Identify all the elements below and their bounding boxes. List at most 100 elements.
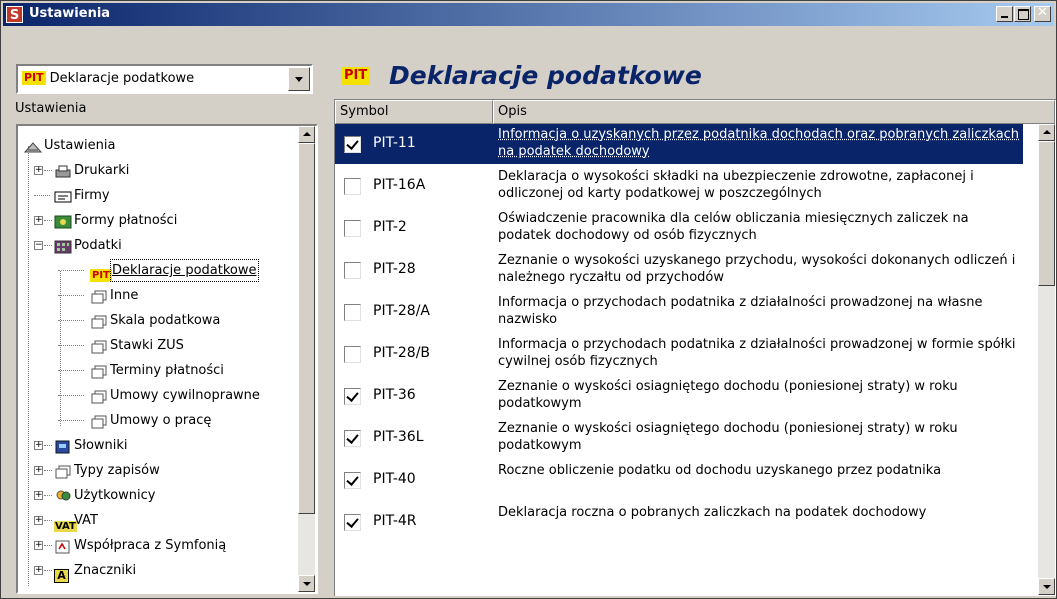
document-icon xyxy=(54,463,71,479)
close-icon: ✕ xyxy=(1037,5,1048,20)
settings-window: S Ustawienia ✕ PIT Deklaracje podatkowe U… xyxy=(0,0,1057,599)
row-description: Informacja o przychodach podatnika z dzi… xyxy=(498,337,1016,369)
column-header-description[interactable]: Opis xyxy=(493,100,1055,124)
row-checkbox[interactable] xyxy=(344,136,361,153)
app-icon: S xyxy=(6,6,23,23)
scroll-thumb[interactable] xyxy=(1038,141,1055,286)
expand-icon[interactable]: + xyxy=(34,466,43,475)
pit-icon: PIT xyxy=(90,269,112,282)
table-row[interactable]: PIT-28 Zeznanie o wysokości uzyskanego pr… xyxy=(335,250,1023,290)
tax-icon xyxy=(54,238,72,254)
row-checkbox[interactable] xyxy=(344,514,361,531)
expand-icon[interactable]: + xyxy=(34,566,43,575)
row-symbol: PIT-28 xyxy=(373,261,416,277)
row-description: Zeznanie o wyskości osiagniętego dochodu… xyxy=(498,379,958,411)
tree-item-label: Współpraca z Symfonią xyxy=(74,538,227,553)
expand-icon[interactable]: + xyxy=(34,216,43,225)
collapse-icon[interactable]: − xyxy=(34,241,43,250)
grid-scrollbar[interactable] xyxy=(1038,124,1055,595)
pit-icon: PIT xyxy=(22,71,46,85)
row-symbol: PIT-4R xyxy=(373,513,417,529)
tree-item-label: Umowy o pracę xyxy=(110,413,212,428)
window-title: Ustawienia xyxy=(29,6,111,21)
settings-icon xyxy=(23,138,43,153)
close-button[interactable]: ✕ xyxy=(1034,5,1051,22)
dictionary-icon xyxy=(54,438,70,454)
tree-item-label: Firmy xyxy=(74,188,110,203)
row-symbol: PIT-28/B xyxy=(373,345,431,361)
expand-icon[interactable]: + xyxy=(34,166,43,175)
tree-item-label: Stawki ZUS xyxy=(110,338,184,353)
expand-icon[interactable]: + xyxy=(34,541,43,550)
combo-text: Deklaracje podatkowe xyxy=(49,71,195,86)
row-symbol: PIT-36L xyxy=(373,429,424,445)
row-checkbox[interactable] xyxy=(344,388,361,405)
row-symbol: PIT-28/A xyxy=(373,303,430,319)
document-icon xyxy=(90,363,107,379)
table-row[interactable]: PIT-4R Deklaracja roczna o pobranych zali… xyxy=(335,502,1023,542)
row-description: Zeznanie o wyskości osiagniętego dochodu… xyxy=(498,421,958,453)
row-checkbox[interactable] xyxy=(344,430,361,447)
column-header-symbol[interactable]: Symbol xyxy=(335,100,493,124)
tree-item-label: Ustawienia xyxy=(44,138,116,153)
vat-icon: VAT xyxy=(54,521,77,532)
table-row[interactable]: PIT-28/B Informacja o przychodach podatni… xyxy=(335,334,1023,374)
tree-item-label: Formy płatności xyxy=(74,213,178,228)
table-row[interactable]: PIT-16A Deklaracja o wysokości składki na… xyxy=(335,166,1023,206)
row-description: Roczne obliczenie podatku od dochodu uzy… xyxy=(498,463,942,478)
pit-header-icon: PIT xyxy=(341,67,374,85)
row-description: Informacja o uzyskanych przez podatnika … xyxy=(498,127,1020,159)
table-row[interactable]: PIT-40 Roczne obliczenie podatku od docho… xyxy=(335,460,1023,500)
row-description: Zeznanie o wysokości uzyskanego przychod… xyxy=(498,253,1016,285)
pit-icon: PIT xyxy=(341,67,371,85)
scroll-thumb[interactable] xyxy=(298,143,315,514)
table-row[interactable]: PIT-2 Oświadczenie pracownika dla celów o… xyxy=(335,208,1023,248)
row-checkbox[interactable] xyxy=(344,346,361,363)
row-symbol: PIT-36 xyxy=(373,387,416,403)
scroll-down-button[interactable] xyxy=(1038,578,1055,595)
document-icon xyxy=(90,338,107,354)
row-checkbox[interactable] xyxy=(344,220,361,237)
marker-icon: A xyxy=(54,563,70,583)
company-icon xyxy=(54,188,72,203)
scroll-down-button[interactable] xyxy=(298,575,315,592)
expand-icon[interactable]: + xyxy=(34,516,43,525)
users-icon xyxy=(54,488,71,502)
row-checkbox[interactable] xyxy=(344,178,361,195)
minimize-button[interactable] xyxy=(996,6,1013,22)
scroll-up-button[interactable] xyxy=(298,126,315,143)
expand-icon[interactable]: + xyxy=(34,441,43,450)
page-title: Deklaracje podatkowe xyxy=(389,61,702,90)
tree-item-label: Słowniki xyxy=(74,438,128,453)
table-row[interactable]: PIT-36 Zeznanie o wyskości osiagniętego d… xyxy=(335,376,1023,416)
maximize-button[interactable] xyxy=(1014,6,1031,22)
tree-item-label: VAT xyxy=(74,513,98,528)
tree-section-label: Ustawienia xyxy=(15,101,87,116)
row-symbol: PIT-11 xyxy=(373,135,416,151)
row-description: Deklaracja roczna o pobranych zaliczkach… xyxy=(498,505,927,520)
expand-icon[interactable]: + xyxy=(34,491,43,500)
table-row[interactable]: PIT-36L Zeznanie o wyskości osiagniętego … xyxy=(335,418,1023,458)
document-icon xyxy=(90,313,107,329)
tree-item-label: Inne xyxy=(110,288,139,303)
row-checkbox[interactable] xyxy=(344,304,361,321)
table-row[interactable]: PIT-11 Informacja o uzyskanych przez poda… xyxy=(335,124,1023,164)
row-symbol: PIT-2 xyxy=(373,219,407,235)
row-description: Deklaracja o wysokości składki na ubezpi… xyxy=(498,169,974,201)
chevron-down-icon[interactable] xyxy=(288,67,310,91)
title-bar[interactable]: S Ustawienia ✕ xyxy=(3,3,1054,26)
row-symbol: PIT-16A xyxy=(373,177,426,193)
declarations-grid: PIT-4R Deklaracja roczna o pobranych zali… xyxy=(334,99,1056,596)
tree-scrollbar[interactable] xyxy=(298,126,315,592)
tree-item-label: Podatki xyxy=(74,238,122,253)
category-combo[interactable]: PIT Deklaracje podatkowe xyxy=(16,64,313,94)
document-icon xyxy=(90,413,107,429)
table-row[interactable]: PIT-28/A Informacja o przychodach podatni… xyxy=(335,292,1023,332)
sync-icon xyxy=(54,538,70,554)
printer-icon xyxy=(54,163,71,178)
row-checkbox[interactable] xyxy=(344,472,361,489)
scroll-up-button[interactable] xyxy=(1038,124,1055,141)
tree-item-label: Drukarki xyxy=(74,163,130,178)
settings-tree: + A Znaczniki + Współpraca z Symfonią + VAT VAT… xyxy=(16,124,318,594)
row-checkbox[interactable] xyxy=(344,262,361,279)
